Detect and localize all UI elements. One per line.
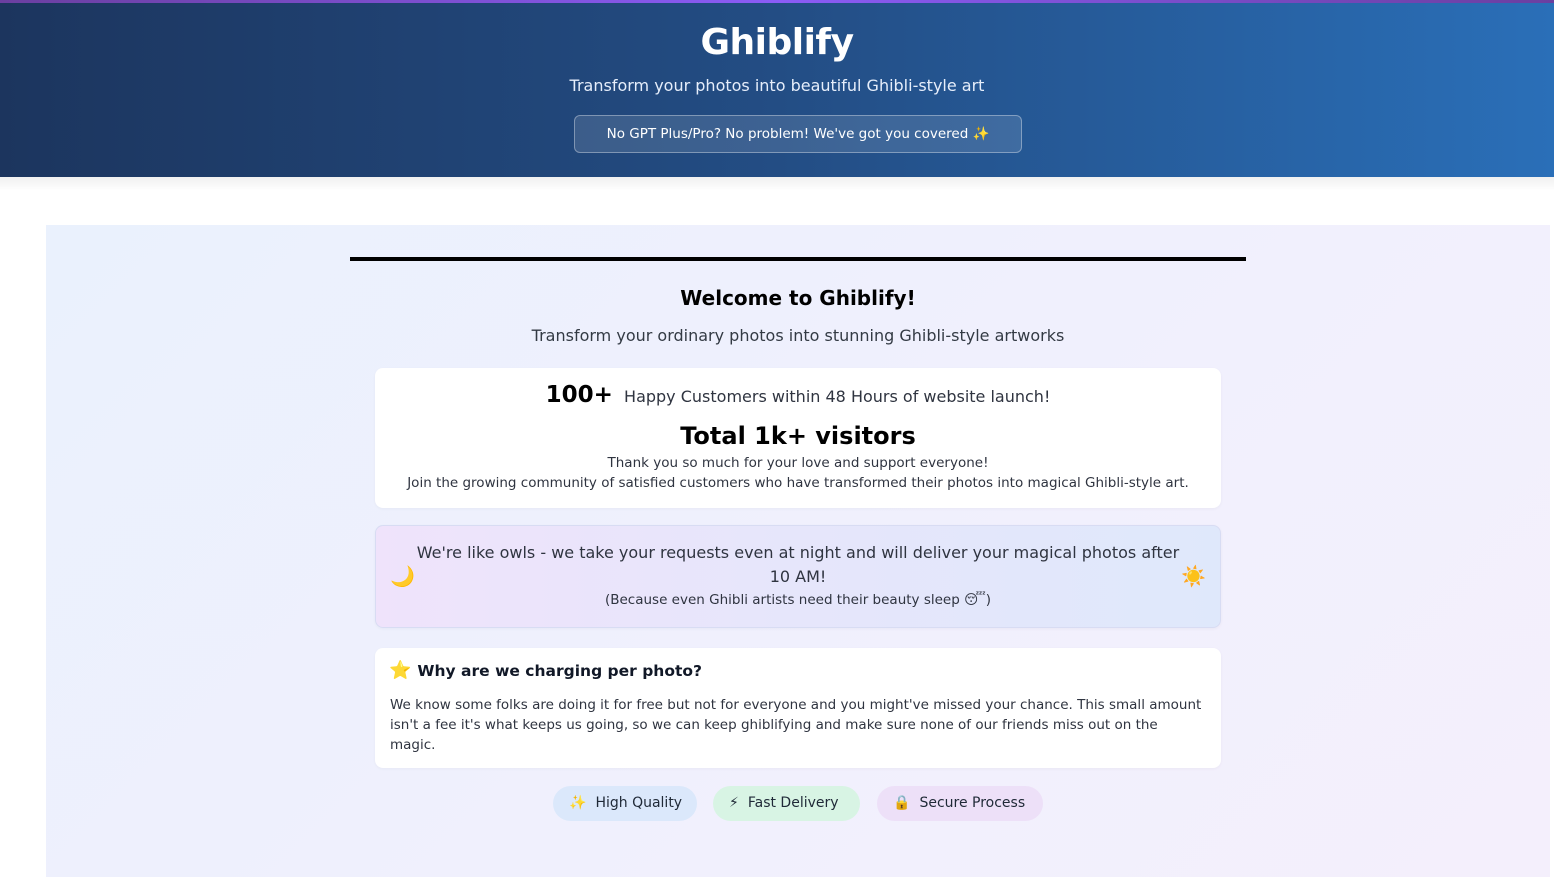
- feature-label: Fast Delivery: [747, 795, 839, 811]
- stats-card: 100+ Happy Customers within 48 Hours of …: [375, 368, 1221, 508]
- star-icon: ⭐: [389, 660, 412, 681]
- pricing-explainer-card: ⭐ Why are we charging per photo? We know …: [375, 648, 1221, 768]
- header-tagline: Transform your photos into beautiful Ghi…: [569, 76, 985, 95]
- pricing-heading: ⭐ Why are we charging per photo?: [389, 660, 702, 681]
- pricing-body: We know some folks are doing it for free…: [390, 697, 1202, 753]
- brand-title: Ghiblify: [700, 22, 854, 63]
- night-notice-text: We're like owls - we take your requests …: [416, 543, 1180, 586]
- top-accent-line: [0, 0, 1554, 3]
- join-text: Join the growing community of satisfied …: [407, 475, 1189, 491]
- visitors-total: Total 1k+ visitors: [680, 422, 916, 450]
- header-shadow: [0, 177, 1554, 191]
- feature-label: High Quality: [595, 795, 683, 811]
- night-notice-card: 🌙 We're like owls - we take your request…: [375, 525, 1221, 628]
- night-notice-subtext: (Because even Ghibli artists need their …: [604, 592, 992, 608]
- feature-label: Secure Process: [919, 795, 1026, 811]
- divider-bar: [350, 257, 1246, 261]
- thanks-text: Thank you so much for your love and supp…: [607, 455, 989, 471]
- customers-count: 100+: [545, 382, 613, 408]
- lightning-icon: ⚡: [729, 795, 739, 811]
- welcome-title: Welcome to Ghiblify!: [680, 286, 916, 310]
- welcome-subtitle: Transform your ordinary photos into stun…: [531, 326, 1065, 345]
- sparkles-icon: ✨: [569, 795, 587, 811]
- feature-badge-fast-delivery: ⚡ Fast Delivery: [713, 786, 860, 821]
- feature-badge-secure-process: 🔒 Secure Process: [877, 786, 1043, 821]
- feature-badge-high-quality: ✨ High Quality: [553, 786, 697, 821]
- customers-text: Happy Customers within 48 Hours of websi…: [624, 387, 1051, 406]
- moon-icon: 🌙: [390, 564, 415, 588]
- promo-banner: No GPT Plus/Pro? No problem! We've got y…: [574, 115, 1022, 153]
- customers-line: 100+ Happy Customers within 48 Hours of …: [375, 382, 1221, 408]
- header: Ghiblify Transform your photos into beau…: [0, 0, 1554, 177]
- pricing-heading-text: Why are we charging per photo?: [417, 662, 703, 680]
- lock-icon: 🔒: [893, 795, 911, 811]
- sun-icon: ☀️: [1181, 564, 1206, 588]
